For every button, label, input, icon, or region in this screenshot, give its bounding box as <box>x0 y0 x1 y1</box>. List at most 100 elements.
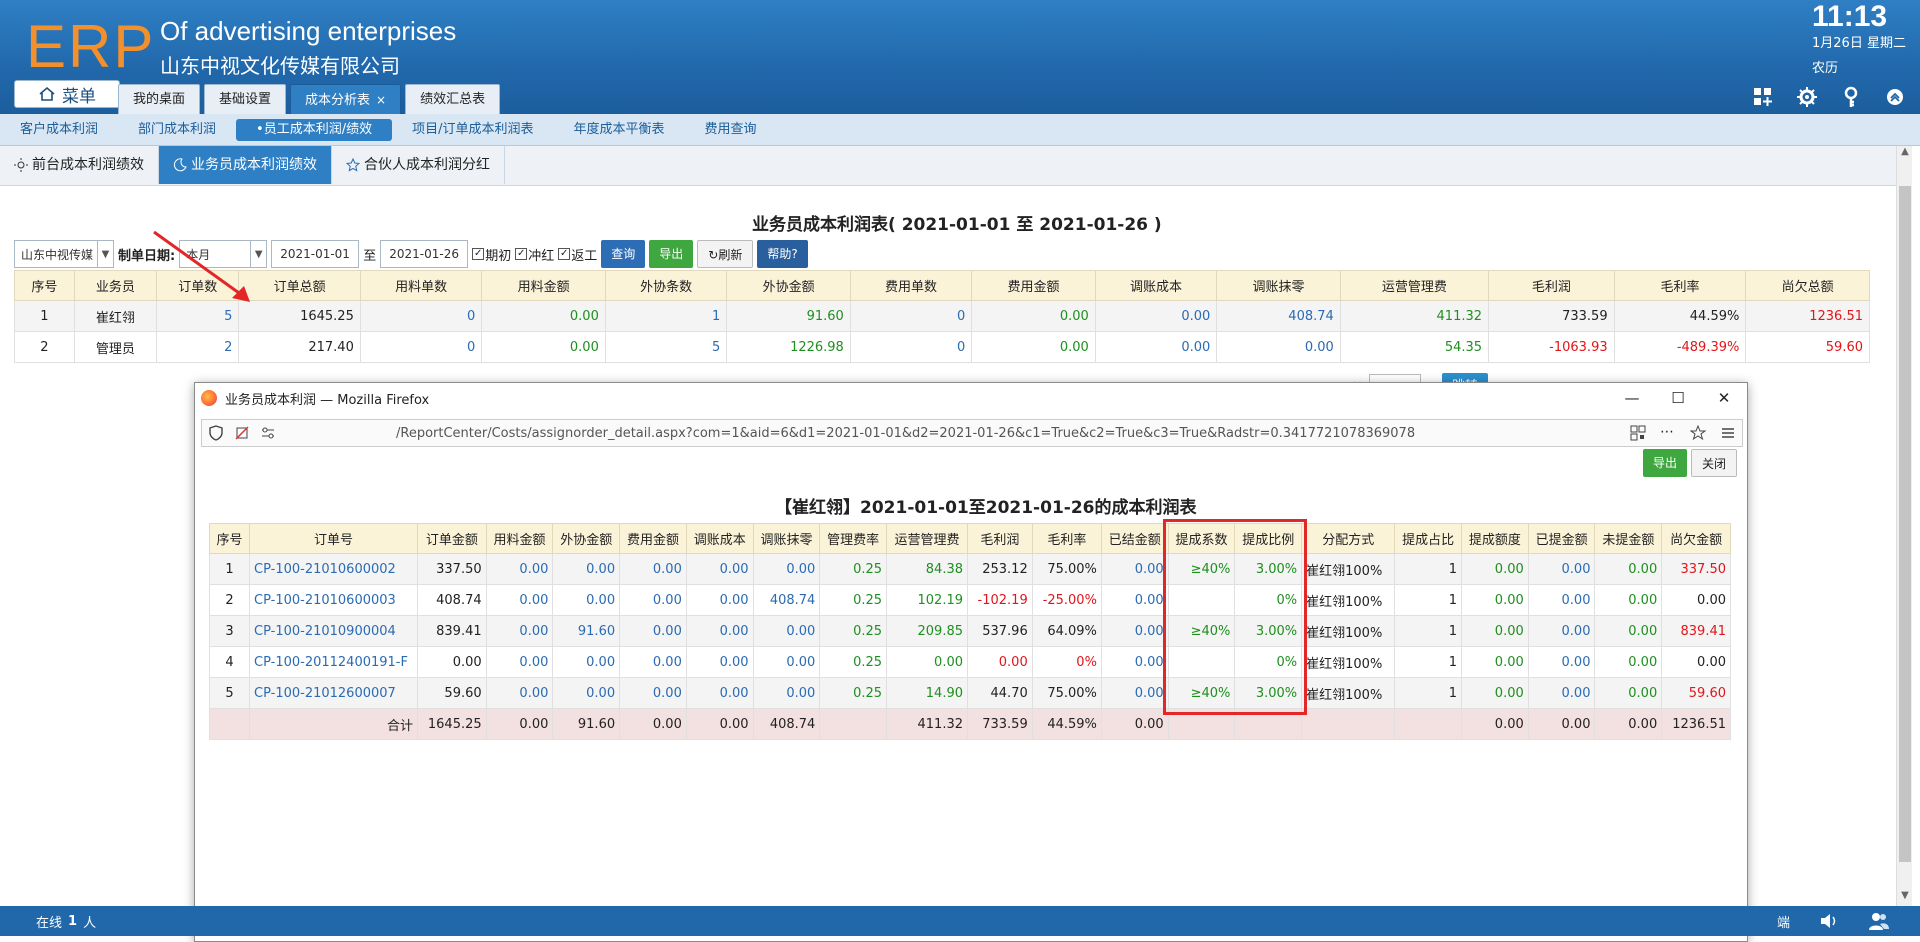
cell-mgmt-rate: 0.25 <box>819 677 888 709</box>
url-text[interactable]: /ReportCenter/Costs/assignorder_detail.a… <box>396 426 1415 441</box>
detail-table-body: 1 CP-100-21010600002 337.50 0.00 0.00 0.00 0.0… <box>209 553 1731 740</box>
tab-performance-summary[interactable]: 绩效汇总表 <box>405 84 501 114</box>
url-bar-right-icons: ⋯ <box>1630 425 1736 441</box>
checkbox-checked-icon[interactable]: ✓ <box>472 248 485 260</box>
cell: 管理员 <box>73 331 158 363</box>
cell-settled: 0.00 <box>1100 646 1169 678</box>
table-row[interactable]: 4 CP-100-20112400191-F 0.00 0.00 0.00 0.00 0.0… <box>209 646 1731 678</box>
checkbox-checked-icon[interactable]: ✓ <box>558 248 571 260</box>
table-row[interactable]: 3 CP-100-21010900004 839.41 0.00 91.60 0.00 0.… <box>209 615 1731 647</box>
col-header: 订单金额 <box>417 523 487 554</box>
table-row[interactable]: 2 管理员 2 217.40 0 0.00 5 1226.98 0 0.00 0… <box>14 331 1870 363</box>
tab-cost-analysis[interactable]: 成本分析表 × <box>290 84 402 114</box>
scroll-down-icon[interactable]: ▼ <box>1897 890 1913 906</box>
bookmark-star-icon[interactable] <box>1690 425 1706 441</box>
check-opening[interactable]: ✓ 期初 <box>472 245 511 264</box>
table-row[interactable]: 2 CP-100-21010600003 408.74 0.00 0.00 0.00 0.0… <box>209 584 1731 616</box>
minimize-icon[interactable]: — <box>1609 383 1655 413</box>
users-icon[interactable] <box>1868 910 1890 932</box>
subnav-employee-profit[interactable]: •员工成本利润/绩效 <box>236 118 393 141</box>
refresh-button[interactable]: ↻刷新 <box>697 240 754 268</box>
table-row[interactable]: 5 CP-100-21012600007 59.60 0.00 0.00 0.00 0.00… <box>209 677 1731 709</box>
scrollbar-thumb[interactable] <box>1899 186 1911 862</box>
gear-icon[interactable] <box>1796 86 1818 108</box>
permissions-icon[interactable] <box>260 425 276 441</box>
cell-commission-amount: 0.00 <box>1461 615 1529 647</box>
help-button[interactable]: 帮助? <box>757 240 808 268</box>
order-link[interactable]: CP-100-21010900004 <box>249 615 418 647</box>
header-icons <box>1752 86 1906 108</box>
blocked-media-icon[interactable] <box>234 425 250 441</box>
order-link[interactable]: CP-100-21012600007 <box>249 677 418 709</box>
cell-seq: 3 <box>209 615 250 647</box>
subnav-annual-balance[interactable]: 年度成本平衡表 <box>553 119 684 141</box>
tab-basic-settings[interactable]: 基础设置 <box>204 84 287 114</box>
tab-frontdesk-performance[interactable]: 前台成本利润绩效 <box>0 146 159 184</box>
speaker-icon[interactable] <box>1818 910 1840 932</box>
cell-link[interactable]: 0 <box>849 300 973 332</box>
export-button[interactable]: 导出 <box>649 240 694 268</box>
scroll-up-icon[interactable]: ▲ <box>1897 146 1913 162</box>
cell-allocation: 崔红翎100% <box>1301 677 1396 709</box>
order-link[interactable]: CP-100-21010600003 <box>249 584 418 616</box>
cell-allocation: 崔红翎100% <box>1301 646 1396 678</box>
close-icon[interactable]: ✕ <box>1701 383 1747 413</box>
order-count-link[interactable]: 2 <box>156 331 240 363</box>
order-link[interactable]: CP-100-20112400191-F <box>249 646 418 678</box>
maximize-icon[interactable]: ☐ <box>1655 383 1701 413</box>
grid-add-icon[interactable] <box>1752 86 1774 108</box>
collapse-up-icon[interactable] <box>1884 86 1906 108</box>
url-bar[interactable]: /ReportCenter/Costs/assignorder_detail.a… <box>201 419 1743 447</box>
company-select[interactable]: 山东中视传媒 ▼ <box>14 240 114 268</box>
checkbox-checked-icon[interactable]: ✓ <box>515 248 528 260</box>
clock-time: 11:13 <box>1812 0 1888 33</box>
tab-close-icon[interactable]: × <box>376 93 386 107</box>
tab-salesperson-performance[interactable]: 业务员成本利润绩效 <box>159 146 332 184</box>
tab-my-desktop[interactable]: 我的桌面 <box>118 84 201 114</box>
tab-partner-dividend[interactable]: 合伙人成本利润分红 <box>332 146 505 184</box>
cell-link[interactable]: 0 <box>849 331 973 363</box>
check-redflush[interactable]: ✓ 冲红 <box>515 245 554 264</box>
cell-link[interactable]: 0 <box>359 331 483 363</box>
key-icon[interactable] <box>1840 86 1862 108</box>
subnav-project-order-profit[interactable]: 项目/订单成本利润表 <box>392 119 553 141</box>
cell-link[interactable]: 0 <box>359 300 483 332</box>
subnav-expense-query[interactable]: 费用查询 <box>685 119 777 141</box>
table-header-row: 序号 业务员 订单数 订单总额 用料单数 用料金额 外协条数 外协金额 费用单数… <box>14 270 1870 301</box>
cell-gross-profit: 537.96 <box>967 615 1033 647</box>
cell-seq: 4 <box>209 646 250 678</box>
date-from-input[interactable]: 2021-01-01 <box>271 240 360 268</box>
date-to-input[interactable]: 2021-01-26 <box>380 240 469 268</box>
cell-outsource: 0.00 <box>552 553 621 585</box>
hamburger-menu-icon[interactable] <box>1720 425 1736 441</box>
subnav-customer-profit[interactable]: 客户成本利润 <box>0 119 118 141</box>
shield-icon[interactable] <box>208 425 224 441</box>
order-link[interactable]: CP-100-21010600002 <box>249 553 418 585</box>
popup-close-button[interactable]: 关闭 <box>1690 449 1737 477</box>
cell: 0.00 <box>1094 300 1218 332</box>
page-scrollbar[interactable]: ▲ ▼ <box>1896 146 1912 906</box>
cell-gross-profit: 44.70 <box>967 677 1033 709</box>
qr-code-icon[interactable] <box>1630 425 1646 441</box>
query-button[interactable]: 查询 <box>601 240 646 268</box>
cell-mgmt-rate: 0.25 <box>819 646 888 678</box>
cell-settled: 0.00 <box>1100 615 1169 647</box>
cell-link[interactable]: 5 <box>604 331 728 363</box>
table-row[interactable]: 1 崔红翎 5 1645.25 0 0.00 1 91.60 0 0.00 0.… <box>14 300 1870 332</box>
refresh-icon: ↻ <box>708 248 719 262</box>
cell-commission-amount: 0.00 <box>1461 646 1529 678</box>
cell-commission-share: 1 <box>1394 677 1463 709</box>
check-rework[interactable]: ✓ 返工 <box>558 245 597 264</box>
cell-commission-share: 1 <box>1394 584 1463 616</box>
cell: 0.00 <box>971 331 1096 363</box>
salesperson-table: 序号 业务员 订单数 订单总额 用料单数 用料金额 外协条数 外协金额 费用单数… <box>14 270 1870 363</box>
table-row[interactable]: 1 CP-100-21010600002 337.50 0.00 0.00 0.00 0.0… <box>209 553 1731 585</box>
cell-link[interactable]: 1 <box>604 300 728 332</box>
menu-button[interactable]: 菜单 <box>14 80 120 108</box>
total-label: 合计 <box>249 708 418 740</box>
subnav-department-profit[interactable]: 部门成本利润 <box>118 119 236 141</box>
popup-export-button[interactable]: 导出 <box>1642 449 1687 477</box>
more-icon[interactable]: ⋯ <box>1660 425 1676 441</box>
cell-material: 0.00 <box>485 677 554 709</box>
red-arrow-annotation <box>153 230 250 302</box>
